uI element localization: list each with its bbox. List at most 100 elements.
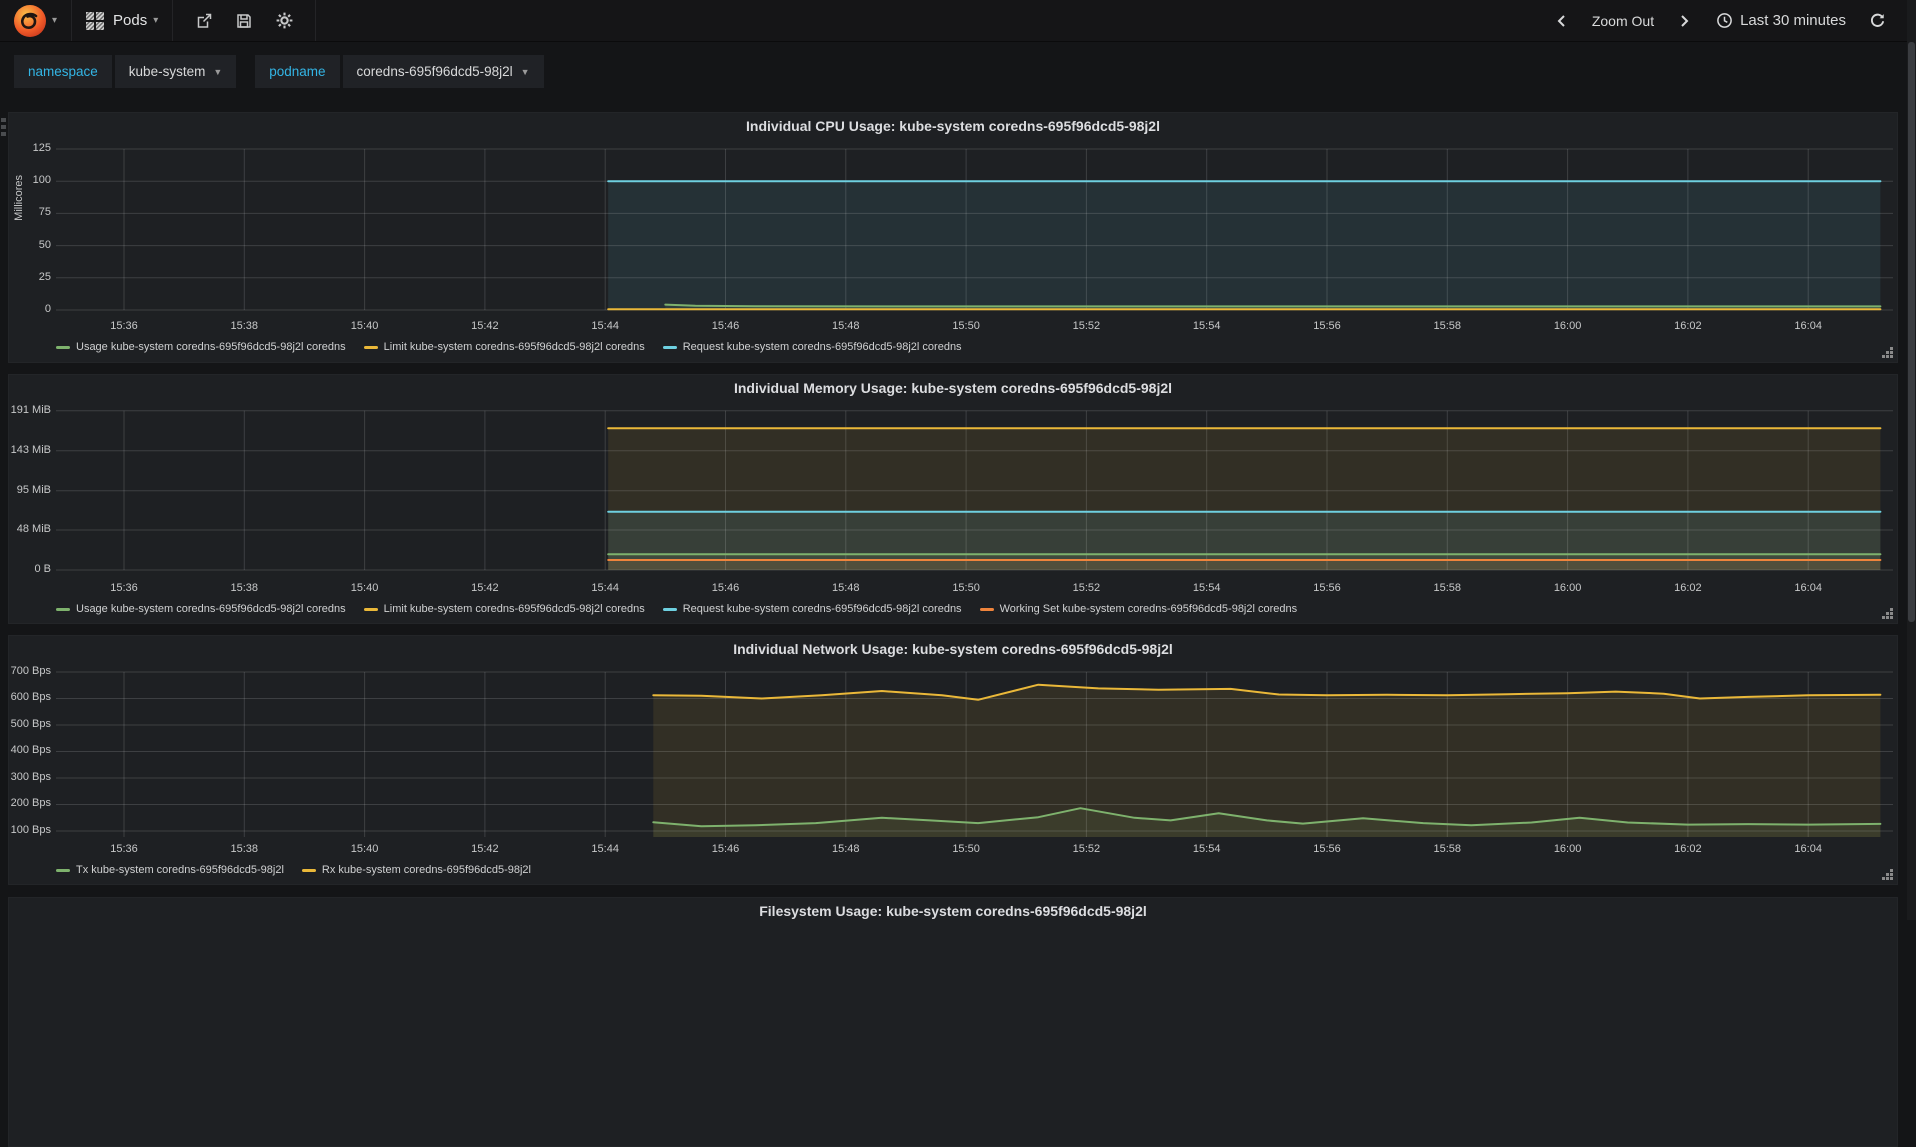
y-axis-tick: 700 Bps <box>10 664 51 677</box>
cpu-usage-graph[interactable] <box>9 141 1899 319</box>
legend-series-color <box>363 607 378 611</box>
legend-item[interactable]: Tx kube-system coredns-695f96dcd5-98j2l <box>56 864 284 876</box>
x-axis-tick: 15:40 <box>350 320 379 332</box>
legend-item[interactable]: Limit kube-system coredns-695f96dcd5-98j… <box>363 341 645 353</box>
grafana-menu[interactable]: ▾ <box>0 0 73 41</box>
x-axis-tick: 15:48 <box>832 843 860 855</box>
legend-item[interactable]: Usage kube-system coredns-695f96dcd5-98j… <box>56 341 346 353</box>
x-axis-tick: 15:50 <box>952 843 980 855</box>
panel-memory-usage: Individual Memory Usage: kube-system cor… <box>8 374 1898 624</box>
x-axis-tick: 15:58 <box>1433 582 1462 594</box>
chart-canvas[interactable] <box>9 403 1899 581</box>
x-axis-tick: 15:46 <box>711 582 740 594</box>
time-forward-button[interactable] <box>1668 0 1702 41</box>
panel-resize-handle[interactable] <box>1890 877 1893 880</box>
x-axis-tick: 15:44 <box>591 320 619 332</box>
x-axis-tick: 15:46 <box>711 320 740 332</box>
chart-canvas[interactable] <box>9 141 1899 319</box>
legend-item[interactable]: Request kube-system coredns-695f96dcd5-9… <box>662 603 962 615</box>
settings-button[interactable] <box>267 0 301 41</box>
y-axis-tick: 125 <box>32 141 51 154</box>
variable-select-podname[interactable]: coredns-695f96dcd5-98j2l ▼ <box>342 55 544 88</box>
chevron-down-icon: ▼ <box>213 66 223 77</box>
x-axis-tick: 15:54 <box>1192 320 1221 332</box>
x-axis-tick: 15:40 <box>350 582 379 594</box>
x-axis-tick: 15:42 <box>471 320 499 332</box>
y-axis-tick: 48 MiB <box>16 523 51 535</box>
save-icon <box>237 13 252 28</box>
zoom-out-button[interactable]: Zoom Out <box>1592 13 1654 29</box>
x-axis-tick: 15:48 <box>832 320 860 332</box>
variable-select-namespace[interactable]: kube-system ▼ <box>114 55 237 88</box>
panel-title[interactable]: Individual CPU Usage: kube-system coredn… <box>9 118 1897 134</box>
x-axis-tick: 15:36 <box>110 320 138 332</box>
x-axis-tick: 16:00 <box>1553 843 1582 855</box>
x-axis-tick: 15:42 <box>471 843 499 855</box>
x-axis-tick: 15:52 <box>1072 843 1101 855</box>
legend-series-label: Usage kube-system coredns-695f96dcd5-98j… <box>76 341 346 353</box>
network-usage-graph[interactable] <box>9 664 1899 842</box>
y-axis-tick: 95 MiB <box>16 483 51 496</box>
x-axis-tick: 16:04 <box>1794 843 1822 855</box>
dashboard-title: Pods <box>113 12 148 29</box>
x-axis-tick: 15:38 <box>230 843 259 855</box>
refresh-icon <box>1870 13 1884 27</box>
legend-series-label: Working Set kube-system coredns-695f96dc… <box>999 603 1298 615</box>
panel-title[interactable]: Individual Memory Usage: kube-system cor… <box>9 380 1897 396</box>
refresh-button[interactable] <box>1860 0 1894 41</box>
variable-label-podname: podname <box>255 55 340 88</box>
chevron-down-icon: ▼ <box>520 66 530 77</box>
x-axis-tick: 15:56 <box>1313 843 1341 855</box>
panel-cpu-usage: Individual CPU Usage: kube-system coredn… <box>8 112 1898 363</box>
panel-title[interactable]: Filesystem Usage: kube-system coredns-69… <box>9 903 1897 919</box>
y-axis-tick: 143 MiB <box>10 443 51 456</box>
legend-series-color <box>662 345 677 349</box>
variable-value-namespace: kube-system <box>128 64 206 79</box>
chevron-left-icon <box>1557 14 1565 27</box>
legend-series-color <box>301 868 316 872</box>
panel-title[interactable]: Individual Network Usage: kube-system co… <box>9 641 1897 657</box>
panel-resize-handle[interactable] <box>1890 616 1893 619</box>
legend: Usage kube-system coredns-695f96dcd5-98j… <box>56 603 1315 615</box>
time-back-button[interactable] <box>1544 0 1578 41</box>
panel-resize-handle[interactable] <box>1890 355 1893 358</box>
legend-item[interactable]: Usage kube-system coredns-695f96dcd5-98j… <box>56 603 346 615</box>
y-axis-tick: 600 Bps <box>10 691 51 704</box>
legend-series-label: Usage kube-system coredns-695f96dcd5-98j… <box>76 603 346 615</box>
legend-series-label: Rx kube-system coredns-695f96dcd5-98j2l <box>321 864 531 876</box>
chevron-down-icon: ▾ <box>153 15 159 26</box>
x-axis-tick: 16:04 <box>1794 320 1822 332</box>
row-drag-handle[interactable] <box>1 118 6 122</box>
variable-value-podname: coredns-695f96dcd5-98j2l <box>356 64 513 79</box>
page-scrollbar[interactable] <box>1907 0 1916 920</box>
save-button[interactable] <box>227 0 261 41</box>
dashboard-picker[interactable]: Pods ▾ <box>72 0 174 41</box>
x-axis-tick: 15:52 <box>1072 582 1101 594</box>
legend-series-label: Limit kube-system coredns-695f96dcd5-98j… <box>383 341 645 353</box>
memory-usage-graph[interactable] <box>9 403 1899 581</box>
grafana-logo-icon[interactable] <box>14 4 46 37</box>
legend-item[interactable]: Request kube-system coredns-695f96dcd5-9… <box>662 341 962 353</box>
scrollbar-thumb[interactable] <box>1908 42 1915 622</box>
x-axis-tick: 15:56 <box>1313 320 1341 332</box>
x-axis-tick: 15:44 <box>591 582 619 594</box>
navbar: ▾ Pods ▾ Zoom Out Last 30 minutes <box>0 0 1916 42</box>
legend-series-label: Tx kube-system coredns-695f96dcd5-98j2l <box>76 864 284 876</box>
legend-series-label: Request kube-system coredns-695f96dcd5-9… <box>682 341 962 353</box>
chart-canvas[interactable] <box>9 664 1899 842</box>
legend-item[interactable]: Rx kube-system coredns-695f96dcd5-98j2l <box>301 864 531 876</box>
y-axis-tick: 200 Bps <box>10 797 51 810</box>
x-axis-tick: 15:36 <box>110 582 138 594</box>
time-range-picker[interactable]: Last 30 minutes <box>1716 12 1846 29</box>
filesystem-usage-graph[interactable] <box>9 926 1899 1104</box>
y-axis-tick: 300 Bps <box>10 770 51 783</box>
x-axis-tick: 15:58 <box>1433 320 1462 332</box>
share-button[interactable] <box>187 0 221 41</box>
y-axis-tick: 400 Bps <box>10 744 51 757</box>
y-axis-tick: 0 B <box>34 563 51 575</box>
legend-item[interactable]: Limit kube-system coredns-695f96dcd5-98j… <box>363 603 645 615</box>
legend-item[interactable]: Working Set kube-system coredns-695f96dc… <box>979 603 1298 615</box>
panel-network-usage: Individual Network Usage: kube-system co… <box>8 635 1898 885</box>
x-axis-tick: 15:50 <box>952 320 980 332</box>
x-axis-tick: 16:02 <box>1674 843 1702 855</box>
